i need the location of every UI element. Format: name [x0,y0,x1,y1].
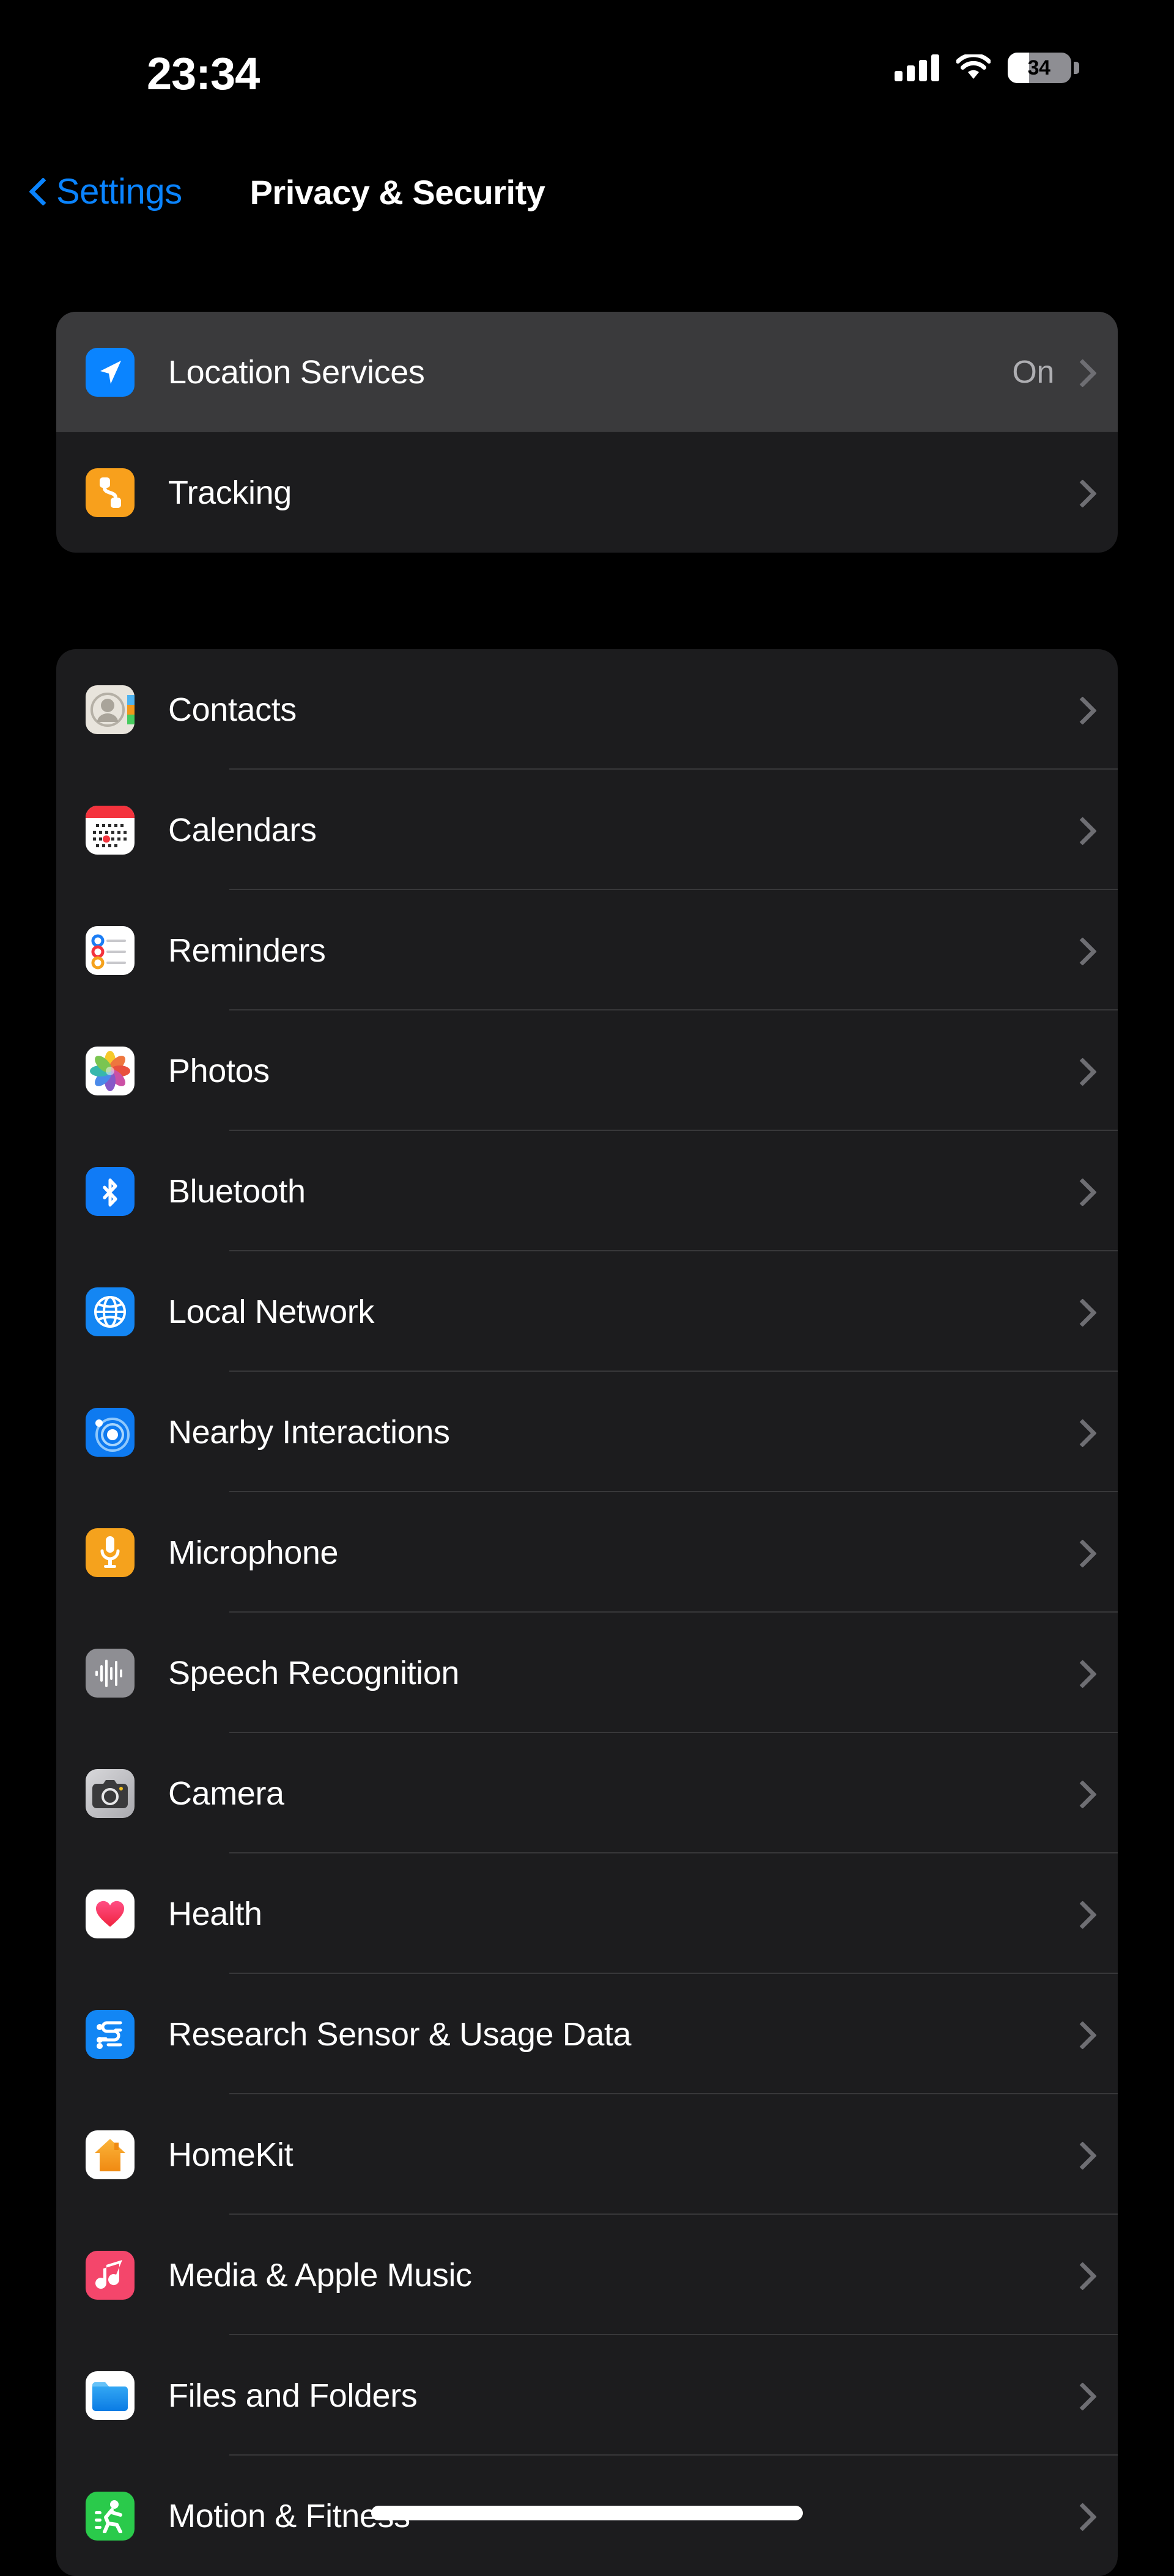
home-icon [86,2130,135,2179]
chevron-right-icon [1072,2382,1088,2410]
settings-row-homekit[interactable]: HomeKit [56,2094,1118,2215]
chevron-right-icon [1072,1418,1088,1446]
status-bar-clock: 23:34 [147,48,259,100]
chevron-right-icon [1072,1539,1088,1567]
home-indicator[interactable] [371,2506,803,2520]
status-bar-indicators: 34 [895,53,1079,83]
settings-row-research-sensor-usage-data[interactable]: Research Sensor & Usage Data [56,1974,1118,2094]
waveform-icon [86,1649,135,1698]
battery-percent-label: 34 [1028,56,1052,80]
tracking-icon [86,468,135,517]
settings-row-label: Camera [168,1775,1072,1812]
settings-row-value: On [1012,354,1054,391]
heart-icon [86,1890,135,1938]
settings-row-label: Research Sensor & Usage Data [168,2015,1072,2053]
navigation-bar: Settings Privacy & Security [0,159,1174,251]
chevron-right-icon [1072,1177,1088,1205]
settings-row-label: Microphone [168,1534,1072,1572]
battery-fill [1008,53,1029,83]
chevron-right-icon [1072,2502,1088,2530]
nearby-interactions-icon [86,1408,135,1457]
settings-row-local-network[interactable]: Local Network [56,1251,1118,1372]
chevron-right-icon [1072,479,1088,507]
research-sensor-icon [86,2010,135,2059]
photos-icon [86,1047,135,1095]
battery-icon: 34 [1008,53,1079,83]
settings-row-label: Bluetooth [168,1172,1072,1210]
settings-row-tracking[interactable]: Tracking [56,432,1118,553]
chevron-right-icon [1072,1779,1088,1808]
settings-row-calendars[interactable]: Calendars [56,770,1118,890]
settings-row-label: Speech Recognition [168,1654,1072,1692]
location-arrow-icon [86,348,135,397]
settings-row-label: Nearby Interactions [168,1413,1072,1451]
chevron-right-icon [1072,2020,1088,2048]
settings-row-label: Tracking [168,474,1072,512]
folder-icon [86,2371,135,2420]
cellular-signal-icon [895,54,939,81]
camera-icon [86,1769,135,1818]
chevron-right-icon [1072,2141,1088,2169]
settings-row-media-apple-music[interactable]: Media & Apple Music [56,2215,1118,2335]
settings-row-microphone[interactable]: Microphone [56,1492,1118,1613]
chevron-right-icon [1072,358,1088,386]
chevron-right-icon [1072,816,1088,844]
chevron-right-icon [1072,1900,1088,1928]
status-bar: 23:34 34 [0,0,1174,153]
settings-row-camera[interactable]: Camera [56,1733,1118,1853]
settings-group-app-permissions: Contacts Calendars Reminders Photos Bluetoot… [56,649,1118,2576]
settings-row-health[interactable]: Health [56,1853,1118,1974]
globe-network-icon [86,1287,135,1336]
microphone-icon [86,1528,135,1577]
settings-row-photos[interactable]: Photos [56,1010,1118,1131]
settings-row-location-services[interactable]: Location ServicesOn [56,312,1118,432]
chevron-right-icon [1072,2261,1088,2289]
settings-row-label: Calendars [168,811,1072,849]
settings-row-label: Local Network [168,1293,1072,1331]
settings-row-contacts[interactable]: Contacts [56,649,1118,770]
reminders-icon [86,926,135,975]
settings-row-label: Reminders [168,932,1072,970]
settings-row-label: Files and Folders [168,2377,1072,2415]
chevron-right-icon [1072,696,1088,724]
settings-row-label: Health [168,1895,1072,1933]
settings-row-reminders[interactable]: Reminders [56,890,1118,1010]
chevron-right-icon [1072,1298,1088,1326]
running-person-icon [86,2492,135,2541]
chevron-right-icon [1072,1057,1088,1085]
settings-row-nearby-interactions[interactable]: Nearby Interactions [56,1372,1118,1492]
calendar-icon [86,806,135,855]
settings-row-label: Media & Apple Music [168,2256,1072,2294]
music-note-icon [86,2251,135,2300]
contacts-icon [86,685,135,734]
chevron-right-icon [1072,1659,1088,1687]
chevron-right-icon [1072,937,1088,965]
bluetooth-icon [86,1167,135,1216]
settings-row-label: HomeKit [168,2136,1072,2174]
wifi-icon [956,54,991,81]
battery-cap [1074,62,1079,74]
settings-group-location: Location ServicesOn Tracking [56,312,1118,553]
page-title: Privacy & Security [0,172,1174,212]
settings-row-label: Contacts [168,691,1072,729]
settings-row-files-and-folders[interactable]: Files and Folders [56,2335,1118,2456]
settings-row-label: Location Services [168,353,1012,391]
settings-row-speech-recognition[interactable]: Speech Recognition [56,1613,1118,1733]
settings-row-label: Photos [168,1052,1072,1090]
settings-row-bluetooth[interactable]: Bluetooth [56,1131,1118,1251]
